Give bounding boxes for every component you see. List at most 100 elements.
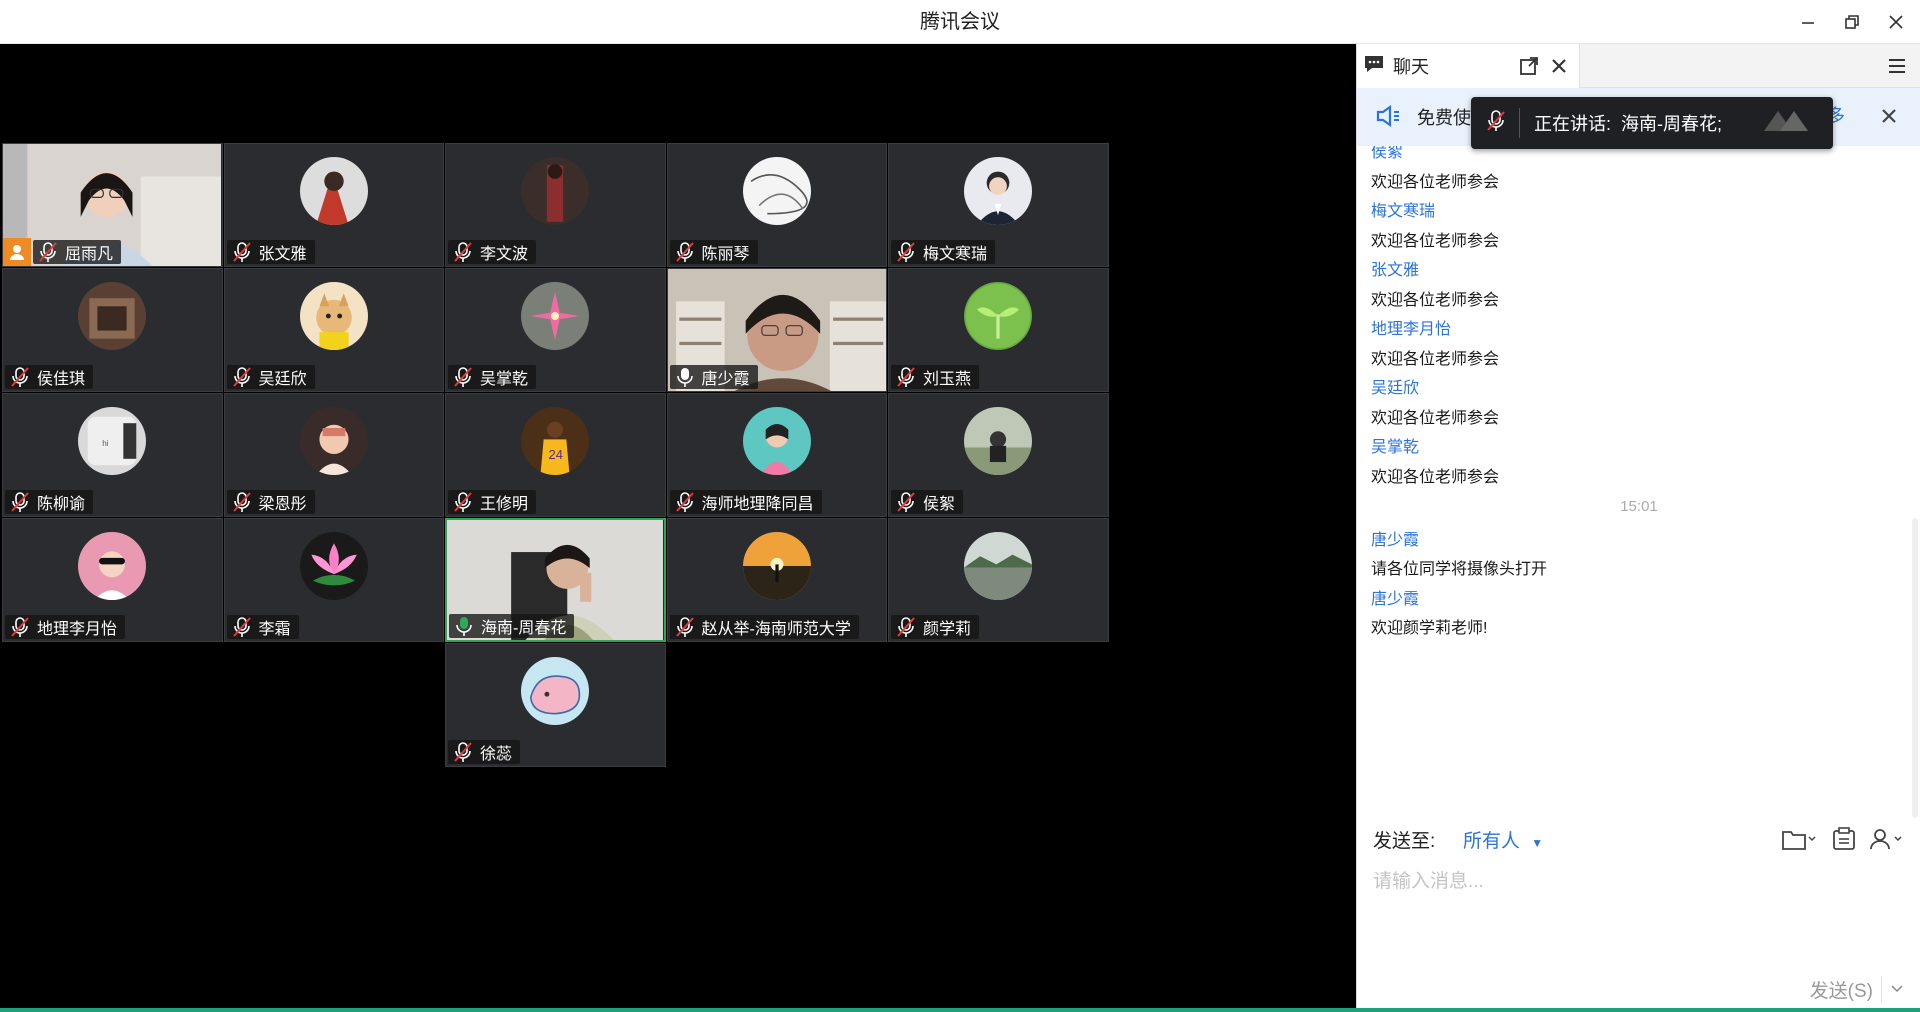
name-tag: 徐蕊 [448,740,521,764]
tab-chat[interactable]: 聊天 [1357,44,1580,88]
message-text: 欢迎各位老师参会 [1371,350,1500,368]
send-options-icon[interactable] [1881,976,1911,1002]
chat-scrollbar[interactable] [1912,518,1918,818]
speaking-label: 正在讲话: [1534,114,1612,134]
mic-muted-icon [674,241,696,263]
name-tag: 吴廷欣 [226,365,315,389]
mention-button[interactable] [1869,826,1905,852]
host-icon [3,238,31,266]
participant-tile[interactable]: 地理李月怡 [2,518,223,642]
participant-tile[interactable]: 唐少霞 [666,268,887,392]
participant-tile[interactable]: 陈丽琴 [666,143,887,267]
message-sender[interactable]: 唐少霞 [1371,526,1419,550]
participant-tile[interactable]: 张文雅 [223,143,444,267]
message-text: 欢迎颜学莉老师! [1371,620,1488,637]
message-sender[interactable]: 吴廷欣 [1371,374,1419,398]
close-button[interactable] [1878,8,1914,36]
participant-name: 地理李月怡 [37,621,118,638]
file-button[interactable] [1781,826,1817,852]
tab-chat-label: 聊天 [1393,57,1429,77]
chat-tab-bar: 聊天 [1357,44,1920,88]
participant-name: 侯佳琪 [37,371,86,388]
mic-muted-icon [895,616,917,638]
participant-tile[interactable]: 刘玉燕 [888,268,1109,392]
recipient-select[interactable]: 所有人 ▼ [1463,826,1543,853]
restore-button[interactable] [1834,8,1870,36]
minimize-button[interactable] [1790,8,1826,36]
banner-close-icon[interactable] [1875,102,1903,130]
send-to-label: 发送至: [1373,831,1436,852]
chat-panel: 聊天 免费使 多 侯絮 欢迎各位老师参会 梅文寒瑞 欢迎各位老师参会 张文雅 欢迎各位老师… [1356,44,1920,1008]
avatar [299,532,368,600]
notice-button[interactable] [1831,826,1857,852]
mic-muted-icon [452,241,474,263]
name-tag: 颜学莉 [891,615,980,639]
name-tag: 陈柳谕 [5,490,94,514]
participant-tile[interactable]: 徐蕊 [445,643,666,767]
message-sender[interactable]: 侯絮 [1371,146,1403,162]
avatar: 24 [521,407,590,475]
participant-name: 陈丽琴 [701,246,750,263]
participant-tile[interactable]: 侯絮 [888,393,1109,517]
name-tag: 唐少霞 [669,365,758,389]
participant-tile[interactable]: 梁恩彤 [223,393,444,517]
popout-icon[interactable] [1517,54,1541,78]
speaking-avatars-icon [1758,107,1814,140]
speaking-indicator: 正在讲话: 海南-周春花; [1471,97,1833,149]
mic-on-icon [674,366,696,388]
name-tag: 吴掌乾 [448,365,537,389]
mic-muted-icon [1485,109,1507,138]
banner-text: 免费使 [1417,108,1471,128]
name-tag: 梅文寒瑞 [891,240,996,264]
participant-tile[interactable]: 李文波 [445,143,666,267]
mic-muted-icon [895,366,917,388]
avatar [742,157,811,225]
message-input[interactable] [1373,866,1903,986]
message-sender[interactable]: 张文雅 [1371,256,1419,280]
name-tag: 梁恩彤 [226,490,315,514]
participant-tile[interactable]: 赵从举-海南师范大学 [666,518,887,642]
name-tag: 王修明 [448,490,537,514]
participant-name: 屈雨凡 [65,246,114,263]
participant-name: 颜学莉 [923,621,972,638]
speaker-icon [1375,104,1401,133]
name-tag: 侯佳琪 [5,365,94,389]
name-tag: 海师地理降同昌 [669,490,822,514]
avatar [964,282,1033,350]
participant-tile[interactable]: 李霜 [223,518,444,642]
mic-muted-icon [231,616,253,638]
message-sender[interactable]: 吴掌乾 [1371,433,1419,457]
chat-bubble-icon [1363,54,1385,79]
participant-tile[interactable]: hi 陈柳谕 [2,393,223,517]
participant-tile[interactable]: 屈雨凡 [2,143,223,267]
avatar: hi [78,407,147,475]
caret-down-icon: ▼ [1531,836,1544,850]
folder-icon [1782,831,1816,850]
message-sender[interactable]: 唐少霞 [1371,585,1419,609]
participant-tile[interactable]: 24 王修明 [445,393,666,517]
message-text: 欢迎各位老师参会 [1371,409,1500,427]
send-button[interactable]: 发送(S) [1797,974,1873,1004]
message-sender[interactable]: 梅文寒瑞 [1371,197,1435,221]
participant-tile[interactable]: 吴掌乾 [445,268,666,392]
participant-tile[interactable]: 颜学莉 [888,518,1109,642]
participant-tile[interactable]: 侯佳琪 [2,268,223,392]
message-text: 欢迎各位老师参会 [1371,232,1500,250]
svg-text:24: 24 [549,447,563,462]
participant-tile[interactable]: 吴廷欣 [223,268,444,392]
name-tag: 屈雨凡 [33,240,122,264]
participant-tile[interactable]: 海南-周春花 [445,518,666,642]
chat-message-list[interactable]: 侯絮 欢迎各位老师参会 梅文寒瑞 欢迎各位老师参会 张文雅 欢迎各位老师参会 地理李月怡 欢迎… [1357,146,1920,814]
message-sender[interactable]: 地理李月怡 [1371,315,1451,339]
participant-name: 侯絮 [923,496,956,513]
video-area: 屈雨凡 张文雅 李文波 陈丽琴 梅文寒瑞侯佳琪 吴廷欣 吴掌乾 唐少霞 刘玉燕 hi 陈柳谕 梁恩彤 2… [0,44,1356,1008]
close-chat-icon[interactable] [1547,54,1571,78]
name-tag: 刘玉燕 [891,365,980,389]
participant-tile[interactable]: 海师地理降同昌 [666,393,887,517]
mic-muted-icon [452,491,474,513]
clipboard-icon [1833,827,1855,850]
mic-muted-icon [231,241,253,263]
participant-name: 赵从举-海南师范大学 [701,621,851,638]
menu-icon[interactable] [1885,54,1909,78]
participant-tile[interactable]: 梅文寒瑞 [888,143,1109,267]
